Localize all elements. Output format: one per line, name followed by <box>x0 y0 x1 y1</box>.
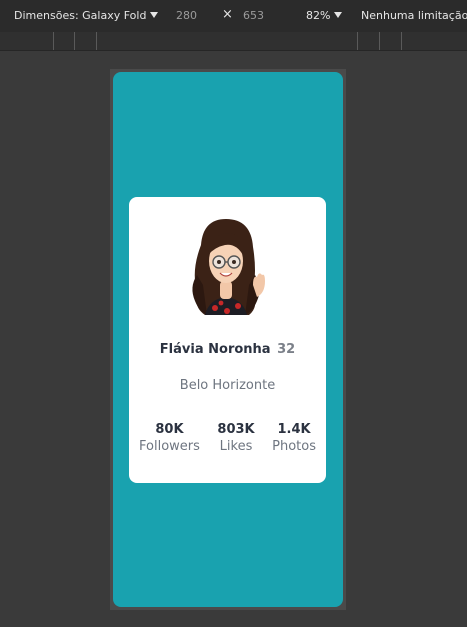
stat-label: Likes <box>219 439 253 454</box>
ruler-tick <box>74 32 75 50</box>
stat-photos: 1.4K Photos <box>272 422 316 456</box>
stat-likes: 803K Likes <box>217 422 254 456</box>
profile-age: 32 <box>277 342 296 357</box>
stat-value: 1.4K <box>277 422 311 437</box>
avatar-icon <box>192 219 265 315</box>
chevron-down-icon <box>334 12 343 18</box>
profile-city: Belo Horizonte <box>179 378 276 393</box>
device-selector[interactable]: Dimensões: Galaxy Fold <box>14 9 159 22</box>
profile-name-line: Flávia Noronha 32 <box>129 342 326 357</box>
stat-followers: 80K Followers <box>139 422 200 456</box>
device-selector-label: Dimensões: Galaxy Fold <box>14 9 147 22</box>
stat-value: 803K <box>217 422 255 437</box>
ruler-tick <box>53 32 54 50</box>
dimension-separator: × <box>222 7 233 22</box>
zoom-label: 82% <box>306 9 331 22</box>
profile-card: Flávia Noronha 32 Belo Horizonte 80K Fol… <box>129 197 326 483</box>
height-input[interactable]: 653 <box>243 9 264 22</box>
throttle-selector[interactable]: Nenhuma limitação <box>361 9 467 22</box>
ruler-tick <box>357 32 358 50</box>
width-input[interactable]: 280 <box>176 9 197 22</box>
ruler-tick <box>379 32 380 50</box>
device-toolbar: Dimensões: Galaxy Fold 280 × 653 82% Nen… <box>0 0 467 32</box>
ruler-tick <box>96 32 97 50</box>
media-query-ruler <box>0 32 467 51</box>
stat-label: Photos <box>272 439 316 454</box>
profile-stats: 80K Followers 803K Likes 1.4K Photos <box>139 422 316 456</box>
zoom-selector[interactable]: 82% <box>306 9 343 22</box>
stat-label: Followers <box>139 439 200 454</box>
chevron-down-icon <box>150 12 159 18</box>
profile-name: Flávia Noronha <box>159 342 271 357</box>
stat-value: 80K <box>155 422 184 437</box>
ruler-tick <box>401 32 402 50</box>
